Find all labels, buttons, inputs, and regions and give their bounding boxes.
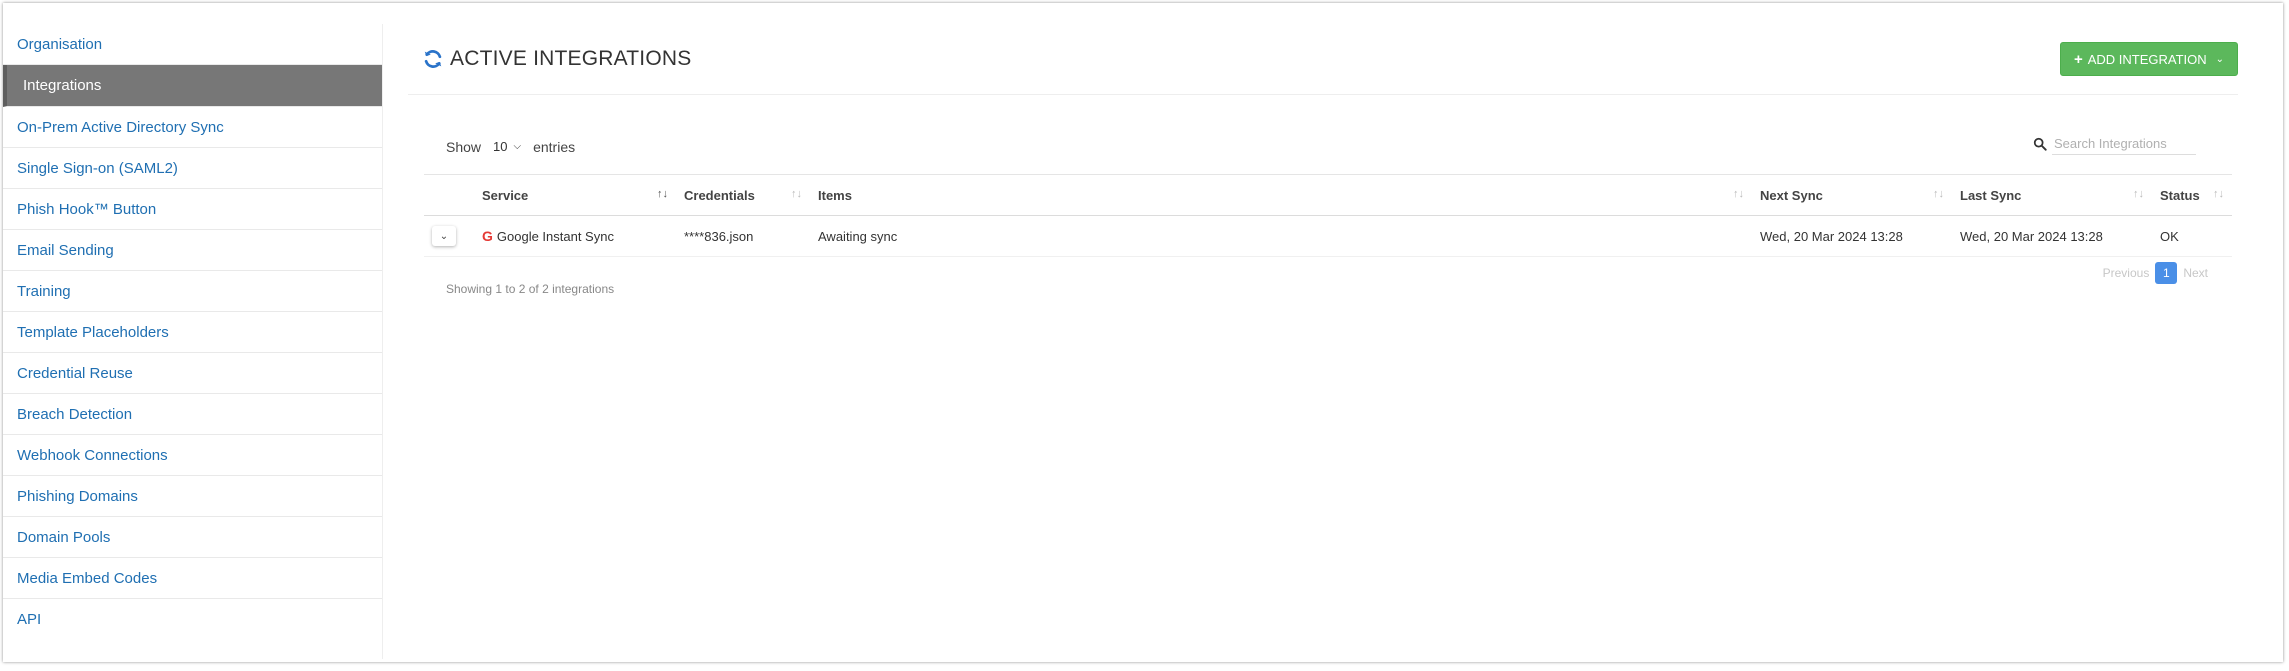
sidebar-item-label: On-Prem Active Directory Sync xyxy=(17,118,224,136)
sort-asc-icon: ↑↓ xyxy=(657,188,668,200)
column-label: Last Sync xyxy=(1960,187,2022,203)
chevron-down-icon: ⌵ xyxy=(513,141,522,152)
status-cell: OK xyxy=(2152,215,2232,257)
column-expand xyxy=(424,174,474,216)
service-cell: G Google Instant Sync xyxy=(474,215,676,257)
sidebar-item-label: Breach Detection xyxy=(17,405,133,423)
table-header-row: Service ↑↓ Credentials ↑↓ Items ↑↓ Next Syn… xyxy=(424,174,2232,216)
sidebar-item-domain-pools[interactable]: Domain Pools xyxy=(3,517,382,558)
last-sync-cell: Wed, 20 Mar 2024 13:28 xyxy=(1952,215,2152,257)
page-title-text: ACTIVE INTEGRATIONS xyxy=(450,47,692,70)
sidebar-item-label: Template Placeholders xyxy=(17,323,169,341)
next-sync-cell: Wed, 20 Mar 2024 13:28 xyxy=(1752,215,1952,257)
integrations-table: Service ↑↓ Credentials ↑↓ Items ↑↓ Next Syn… xyxy=(424,174,2232,257)
previous-page-button[interactable]: Previous xyxy=(2103,266,2150,280)
column-label: Credentials xyxy=(684,187,755,203)
table-info: Showing 1 to 2 of 2 integrations xyxy=(446,282,615,296)
chevron-down-icon: ⌄ xyxy=(2215,53,2225,65)
sidebar-item-label: Phishing Domains xyxy=(17,487,138,505)
sidebar-item-label: Webhook Connections xyxy=(17,446,168,464)
column-service[interactable]: Service ↑↓ xyxy=(474,174,676,216)
search-box xyxy=(2033,133,2196,155)
table-row: ⌄ G Google Instant Sync ****836.json Awa… xyxy=(424,215,2232,257)
page-header: ACTIVE INTEGRATIONS + ADD INTEGRATION ⌄ xyxy=(408,24,2238,95)
sidebar-item-label: Integrations xyxy=(23,77,102,94)
column-next-sync[interactable]: Next Sync ↑↓ xyxy=(1752,174,1952,216)
table-controls: Show 10 ⌵ entries xyxy=(446,133,2216,156)
show-label: Show xyxy=(446,138,482,155)
sidebar-item-phish-hook[interactable]: Phish Hook™ Button xyxy=(3,189,382,230)
sort-icon: ↑↓ xyxy=(2213,188,2224,200)
sidebar-item-breach-detection[interactable]: Breach Detection xyxy=(3,394,382,435)
items-cell: Awaiting sync xyxy=(810,215,1752,257)
chevron-down-icon: ⌄ xyxy=(439,230,449,242)
sidebar-item-sso[interactable]: Single Sign-on (SAML2) xyxy=(3,148,382,189)
sidebar-item-template-placeholders[interactable]: Template Placeholders xyxy=(3,312,382,353)
sidebar-item-integrations[interactable]: Integrations xyxy=(3,65,382,107)
sidebar-item-label: Phish Hook™ Button xyxy=(17,200,157,218)
sort-icon: ↑↓ xyxy=(791,188,802,200)
service-name: Google Instant Sync xyxy=(496,228,614,244)
sidebar-item-credential-reuse[interactable]: Credential Reuse xyxy=(3,353,382,394)
page-title: ACTIVE INTEGRATIONS xyxy=(422,47,691,71)
pagination: Previous 1 Next xyxy=(2103,262,2208,284)
sidebar-item-media-embed-codes[interactable]: Media Embed Codes xyxy=(3,558,382,599)
sidebar: Organisation Integrations On-Prem Active… xyxy=(3,24,383,659)
credentials-cell: ****836.json xyxy=(676,215,810,257)
column-label: Service xyxy=(482,187,529,203)
sidebar-item-label: Domain Pools xyxy=(17,528,111,546)
next-page-button[interactable]: Next xyxy=(2183,266,2208,280)
sidebar-item-label: Organisation xyxy=(17,35,103,53)
sidebar-item-label: Email Sending xyxy=(17,241,114,259)
sidebar-item-api[interactable]: API xyxy=(3,599,382,640)
entries-length: Show 10 ⌵ entries xyxy=(446,137,2216,156)
sidebar-item-label: Training xyxy=(17,282,71,300)
expand-cell: ⌄ xyxy=(424,215,474,257)
google-icon: G xyxy=(482,228,493,244)
sidebar-item-email-sending[interactable]: Email Sending xyxy=(3,230,382,271)
page-1-button[interactable]: 1 xyxy=(2155,262,2178,284)
expand-row-button[interactable]: ⌄ xyxy=(432,226,456,246)
sidebar-item-label: API xyxy=(17,611,42,628)
plus-icon: + xyxy=(2073,50,2083,68)
sidebar-item-training[interactable]: Training xyxy=(3,271,382,312)
sidebar-item-label: Credential Reuse xyxy=(17,364,133,382)
column-label: Next Sync xyxy=(1760,187,1823,203)
column-label: Items xyxy=(818,187,852,203)
sidebar-item-label: Single Sign-on (SAML2) xyxy=(17,159,178,177)
sidebar-item-phishing-domains[interactable]: Phishing Domains xyxy=(3,476,382,517)
add-integration-button[interactable]: + ADD INTEGRATION ⌄ xyxy=(2060,42,2238,76)
sidebar-item-webhook-connections[interactable]: Webhook Connections xyxy=(3,435,382,476)
search-input[interactable] xyxy=(2052,133,2196,155)
sort-icon: ↑↓ xyxy=(1733,188,1744,200)
sidebar-item-organisation[interactable]: Organisation xyxy=(3,24,382,65)
refresh-icon xyxy=(424,50,442,68)
column-status[interactable]: Status ↑↓ xyxy=(2152,174,2232,216)
column-label: Status xyxy=(2160,187,2200,203)
sort-icon: ↑↓ xyxy=(2133,188,2144,200)
search-icon xyxy=(2033,137,2047,151)
sidebar-item-ad-sync[interactable]: On-Prem Active Directory Sync xyxy=(3,107,382,148)
column-last-sync[interactable]: Last Sync ↑↓ xyxy=(1952,174,2152,216)
sort-icon: ↑↓ xyxy=(1933,188,1944,200)
entries-label: entries xyxy=(533,138,576,155)
column-items[interactable]: Items ↑↓ xyxy=(810,174,1752,216)
entries-select[interactable]: 10 ⌵ xyxy=(489,137,525,156)
entries-value: 10 xyxy=(493,139,508,154)
sidebar-item-label: Media Embed Codes xyxy=(17,569,158,587)
column-credentials[interactable]: Credentials ↑↓ xyxy=(676,174,810,216)
add-integration-label: ADD INTEGRATION xyxy=(2087,51,2207,67)
